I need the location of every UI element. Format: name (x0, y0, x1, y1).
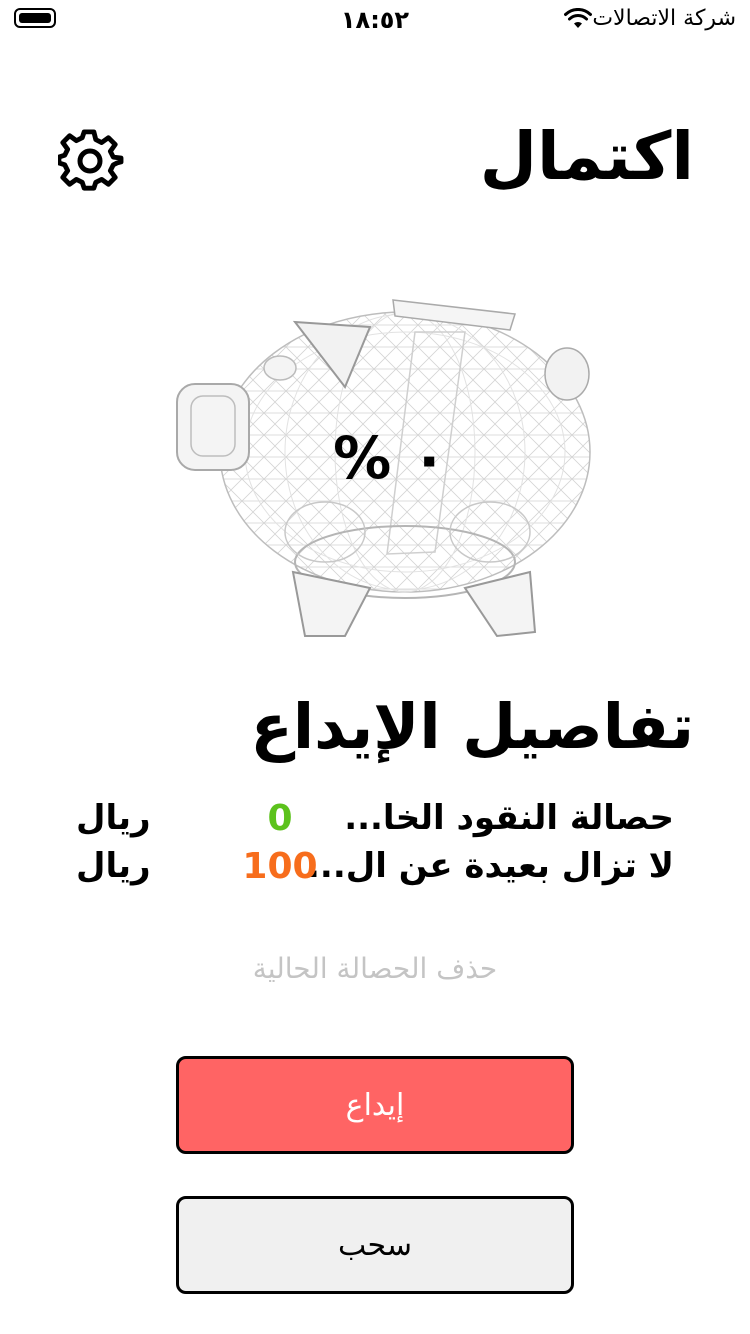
detail-row-saved: حصالة النقود الخا... 0 ريال (70, 798, 680, 848)
detail-amount: 0 (267, 798, 293, 839)
detail-amount: 100 (242, 846, 318, 887)
delete-piggy-bank-link[interactable]: حذف الحصالة الحالية (0, 952, 750, 985)
deposit-button[interactable]: إيداع (176, 1056, 574, 1154)
detail-label: لا تزال بعيدة عن ال... (306, 846, 674, 886)
detail-label: حصالة النقود الخا... (344, 798, 674, 838)
deposit-details-title: تفاصيل الإيداع (250, 690, 694, 763)
page-title: اكتمال (479, 118, 694, 195)
carrier-name: شركة الاتصالات (592, 6, 736, 31)
detail-row-remaining: لا تزال بعيدة عن ال... 100 ريال (70, 846, 680, 896)
progress-percent: ٠ % (333, 424, 447, 492)
gear-icon[interactable] (58, 128, 124, 194)
status-bar: ١٨:٥٢ شركة الاتصالات (0, 0, 750, 40)
detail-currency: ريال (76, 798, 151, 838)
wifi-icon (564, 8, 592, 28)
withdraw-button[interactable]: سحب (176, 1196, 574, 1294)
detail-currency: ريال (76, 846, 151, 886)
